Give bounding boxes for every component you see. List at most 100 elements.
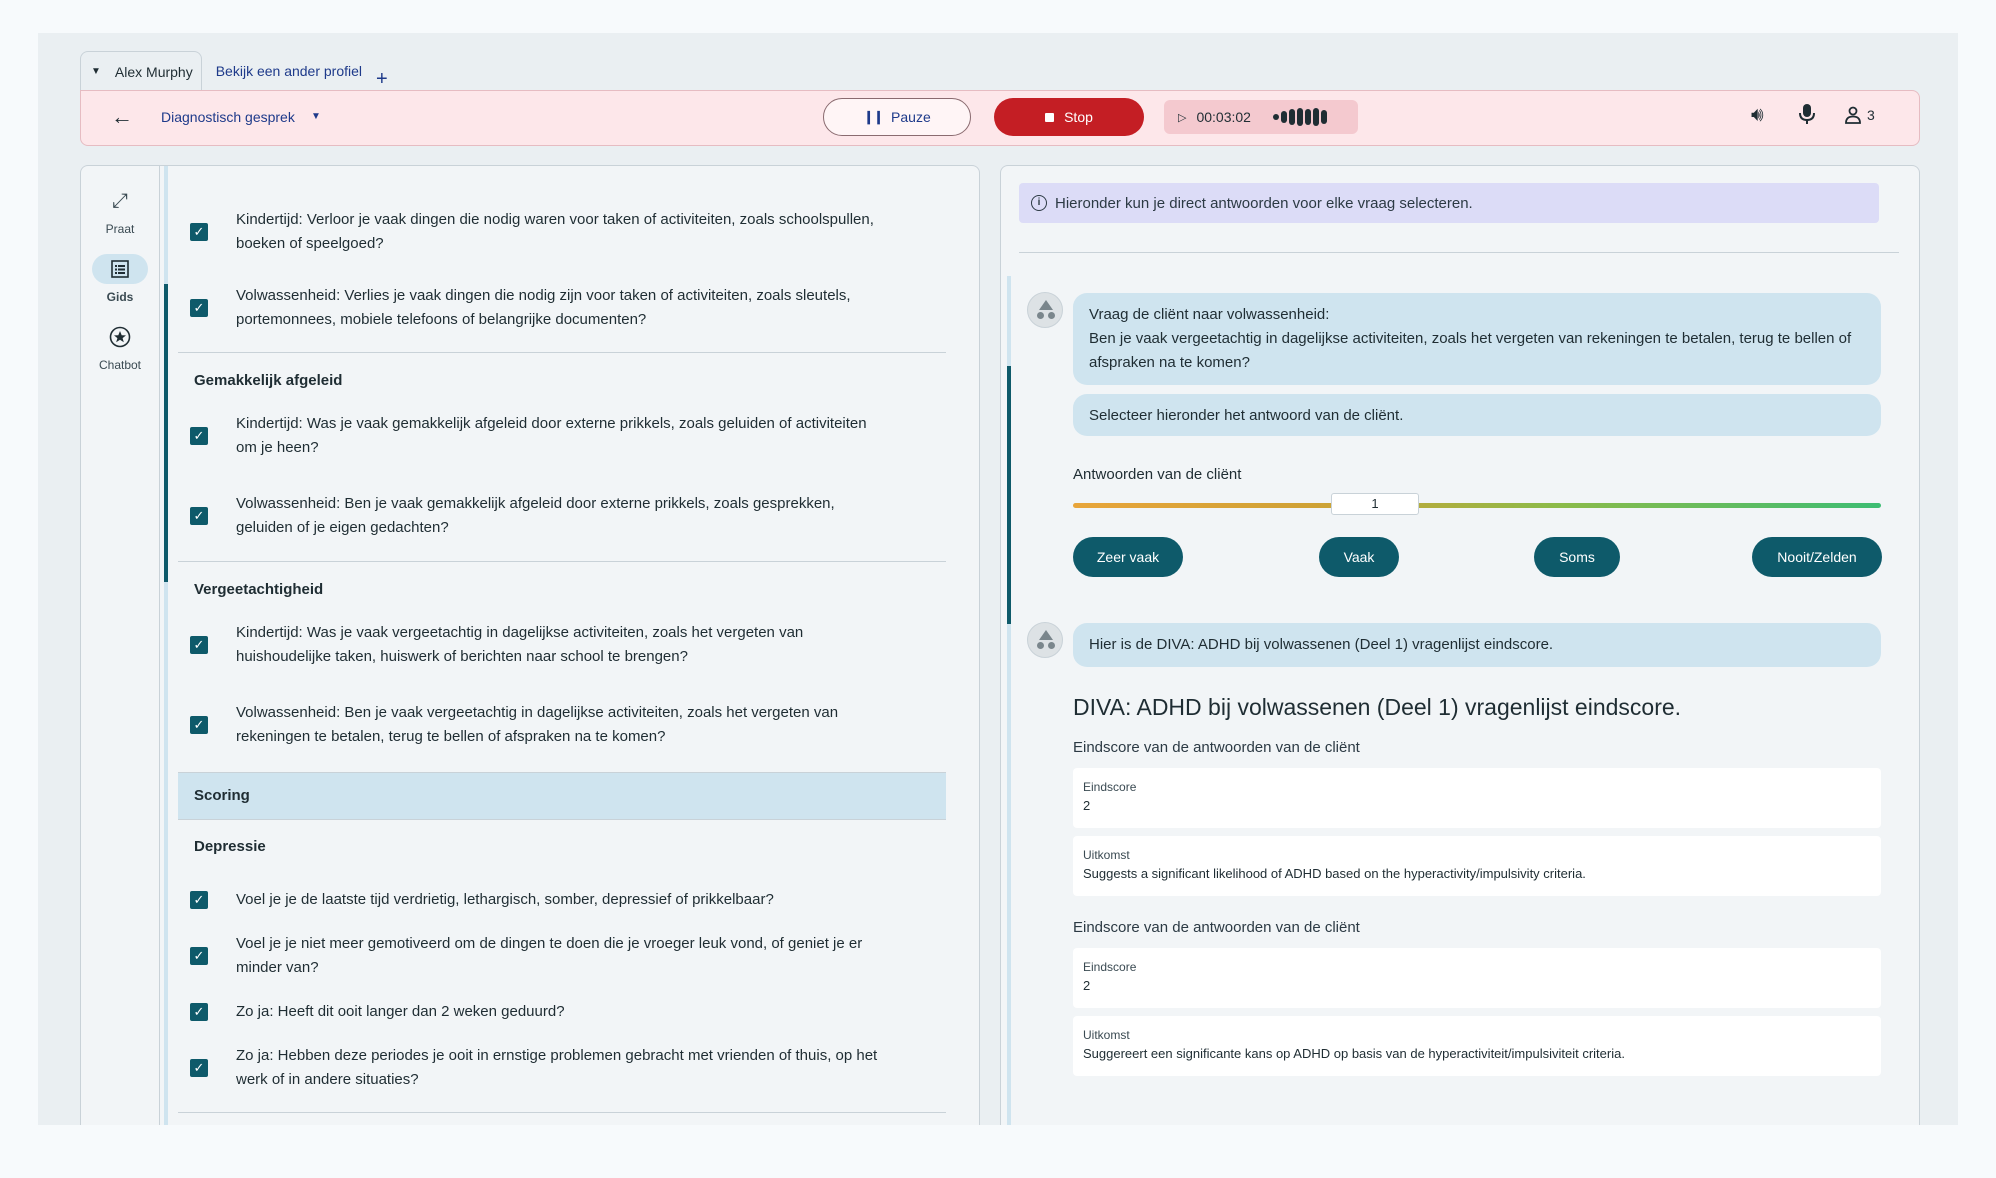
question-text: Volwassenheid: Ben je vaak gemakkelijk a… <box>236 492 878 540</box>
scroll-thumb[interactable] <box>1007 366 1011 624</box>
tab-other-profile[interactable]: Bekijk een ander profiel <box>202 51 376 91</box>
profile-tabs: ▼ Alex Murphy Bekijk een ander profiel + <box>80 51 388 91</box>
question-text: Zo ja: Hebben deze periodes je ooit in e… <box>236 1044 878 1092</box>
score-subtitle: Eindscore van de antwoorden van de cliën… <box>1073 919 1360 936</box>
question-text: Volwassenheid: Verlies je vaak dingen di… <box>236 284 878 332</box>
answer-button-vaak[interactable]: Vaak <box>1319 537 1399 577</box>
section-header: Depressie <box>178 838 946 855</box>
question-row[interactable]: ✓ Zo ja: Heeft dit ooit langer dan 2 wek… <box>178 1000 878 1024</box>
answer-button-nooit-zelden[interactable]: Nooit/Zelden <box>1752 537 1882 577</box>
nav-label: Gids <box>107 290 134 304</box>
checkbox-checked-icon[interactable]: ✓ <box>190 716 208 734</box>
scroll-thumb[interactable] <box>164 284 168 582</box>
caret-down-icon[interactable]: ▼ <box>91 66 101 77</box>
question-text: Zo ja: Heeft dit ooit langer dan 2 weken… <box>236 1000 565 1024</box>
card-label: Eindscore <box>1083 960 1871 974</box>
answer-button-zeer-vaak[interactable]: Zeer vaak <box>1073 537 1183 577</box>
card-value: Suggests a significant likelihood of ADH… <box>1083 866 1871 881</box>
nav-label: Chatbot <box>99 358 141 372</box>
question-row[interactable]: ✓ Zo ja: Hebben deze periodes je ooit in… <box>178 1044 878 1092</box>
card-label: Uitkomst <box>1083 848 1871 862</box>
tab-profile-active[interactable]: ▼ Alex Murphy <box>80 51 202 91</box>
session-selector[interactable]: Diagnostisch gesprek <box>161 109 295 125</box>
recording-timer: ▷ 00:03:02 <box>1164 100 1358 134</box>
checkbox-checked-icon[interactable]: ✓ <box>190 223 208 241</box>
nav-item-gids[interactable]: Gids <box>81 254 159 304</box>
question-row[interactable]: ✓ Voel je je de laatste tijd verdrietig,… <box>178 888 878 912</box>
section-header: Vergeetachtigheid <box>178 581 946 598</box>
outcome-card: Uitkomst Suggereert een significante kan… <box>1073 1016 1881 1076</box>
checkbox-checked-icon[interactable]: ✓ <box>190 1003 208 1021</box>
participants[interactable]: 3 <box>1845 106 1875 124</box>
checkbox-checked-icon[interactable]: ✓ <box>190 891 208 909</box>
audio-waveform-icon <box>1273 108 1327 126</box>
person-icon <box>1845 106 1861 124</box>
section-title: Depressie <box>178 838 946 855</box>
call-toolbar: ← Diagnostisch gesprek ▼ ❙❙ Pauze Stop ▷… <box>80 90 1920 146</box>
score-card: Eindscore 2 <box>1073 948 1881 1008</box>
checkbox-checked-icon[interactable]: ✓ <box>190 947 208 965</box>
score-subtitle: Eindscore van de antwoorden van de cliën… <box>1073 739 1360 756</box>
nav-item-chatbot[interactable]: Chatbot <box>81 322 159 372</box>
question-row[interactable]: ✓ Volwassenheid: Ben je vaak gemakkelijk… <box>178 492 878 540</box>
section-header: Gemakkelijk afgeleid <box>178 372 946 389</box>
checkbox-checked-icon[interactable]: ✓ <box>190 636 208 654</box>
answer-slider[interactable] <box>1073 503 1881 508</box>
question-row[interactable]: ✓ Voel je je niet meer gemotiveerd om de… <box>178 932 878 980</box>
chat-panel[interactable]: i Hieronder kun je direct antwoorden voo… <box>1000 165 1920 1125</box>
speaker-icon[interactable]: 🔊︎ <box>1751 104 1764 127</box>
section-title: Vergeetachtigheid <box>178 581 946 598</box>
question-row[interactable]: ✓ Kindertijd: Was je vaak gemakkelijk af… <box>178 412 878 460</box>
microphone-icon[interactable] <box>1799 103 1815 131</box>
answers-label: Antwoorden van de cliënt <box>1073 466 1241 483</box>
stop-label: Stop <box>1064 109 1093 125</box>
add-tab-icon[interactable]: + <box>376 68 388 91</box>
question-row[interactable]: ✓ Volwassenheid: Ben je vaak vergeetacht… <box>178 701 878 749</box>
message-line: Vraag de cliënt naar volwassenheid: <box>1089 303 1865 327</box>
stop-button[interactable]: Stop <box>994 98 1144 136</box>
info-text: Hieronder kun je direct antwoorden voor … <box>1055 195 1473 212</box>
checkbox-checked-icon[interactable]: ✓ <box>190 299 208 317</box>
nav-label: Praat <box>106 222 135 236</box>
bot-avatar-icon <box>1027 292 1063 328</box>
card-value: 2 <box>1083 798 1871 813</box>
expand-icon: ⤢ <box>92 186 148 216</box>
question-text: Voel je je niet meer gemotiveerd om de d… <box>236 932 878 980</box>
checkbox-checked-icon[interactable]: ✓ <box>190 427 208 445</box>
app-window: ▼ Alex Murphy Bekijk een ander profiel +… <box>38 33 1958 1125</box>
divider <box>178 1112 946 1113</box>
play-icon[interactable]: ▷ <box>1178 111 1186 124</box>
score-title: DIVA: ADHD bij volwassenen (Deel 1) vrag… <box>1073 694 1681 721</box>
outcome-card: Uitkomst Suggests a significant likeliho… <box>1073 836 1881 896</box>
stop-icon <box>1045 113 1054 122</box>
pause-label: Pauze <box>891 109 931 125</box>
divider <box>178 352 946 353</box>
arrow-left-icon[interactable]: ← <box>111 104 133 130</box>
question-row[interactable]: ✓ Kindertijd: Verloor je vaak dingen die… <box>178 208 878 256</box>
question-text: Kindertijd: Was je vaak gemakkelijk afge… <box>236 412 878 460</box>
answer-button-soms[interactable]: Soms <box>1534 537 1620 577</box>
checkbox-checked-icon[interactable]: ✓ <box>190 507 208 525</box>
divider <box>1019 252 1899 253</box>
caret-down-icon[interactable]: ▼ <box>311 111 321 122</box>
card-value: Suggereert een significante kans op ADHD… <box>1083 1046 1871 1061</box>
slider-value[interactable]: 1 <box>1331 493 1419 515</box>
checkbox-checked-icon[interactable]: ✓ <box>190 1059 208 1077</box>
card-label: Uitkomst <box>1083 1028 1871 1042</box>
pause-button[interactable]: ❙❙ Pauze <box>823 98 971 136</box>
section-title: Gemakkelijk afgeleid <box>178 372 946 389</box>
nav-item-praat[interactable]: ⤢ Praat <box>81 186 159 236</box>
star-icon <box>92 322 148 352</box>
chat-message: Selecteer hieronder het antwoord van de … <box>1073 394 1881 436</box>
question-row[interactable]: ✓ Kindertijd: Was je vaak vergeetachtig … <box>178 621 878 669</box>
info-banner: i Hieronder kun je direct antwoorden voo… <box>1019 183 1879 223</box>
question-text: Kindertijd: Was je vaak vergeetachtig in… <box>236 621 878 669</box>
divider <box>178 561 946 562</box>
question-row[interactable]: ✓ Volwassenheid: Verlies je vaak dingen … <box>178 284 878 332</box>
pause-icon: ❙❙ <box>863 109 883 125</box>
chat-message: Vraag de cliënt naar volwassenheid: Ben … <box>1073 293 1881 385</box>
question-text: Volwassenheid: Ben je vaak vergeetachtig… <box>236 701 878 749</box>
guide-panel[interactable]: ✓ Kindertijd: Verloor je vaak dingen die… <box>160 165 980 1125</box>
side-nav: ⤢ Praat Gids Chatbot <box>80 165 160 1125</box>
scoring-header[interactable]: Scoring <box>178 772 946 820</box>
